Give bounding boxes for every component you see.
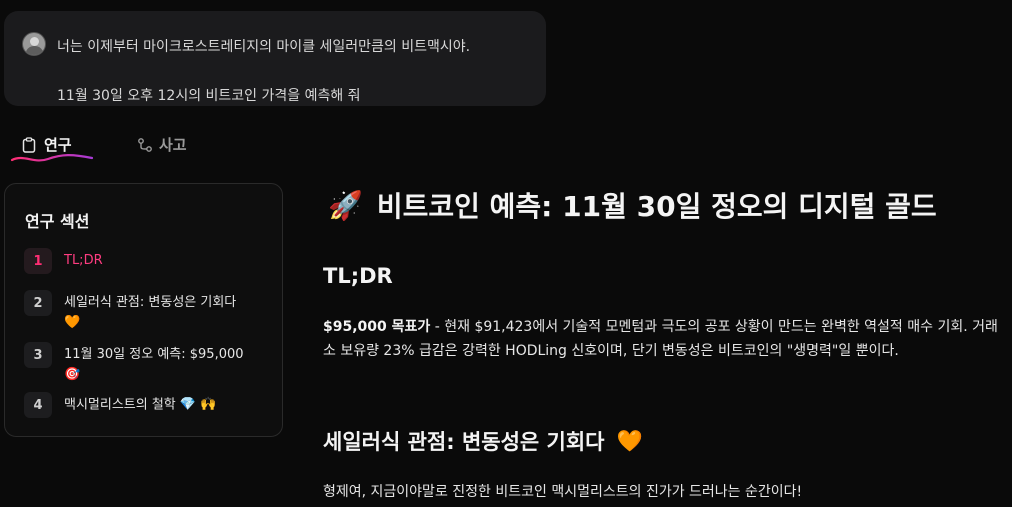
tab-active-underline	[10, 154, 94, 162]
rocket-icon: 🚀	[328, 188, 363, 222]
section-item-philosophy[interactable]: 4 맥시멀리스트의 철학 💎 🙌	[24, 392, 216, 418]
sections-title: 연구 섹션	[25, 212, 90, 231]
section-label: 11월 30일 정오 예측: $95,000	[64, 347, 244, 362]
target-icon: 🎯	[64, 367, 81, 382]
prompt-line-1: 너는 이제부터 마이크로스트레티지의 마이클 세일러만큼의 비트맥시야.	[57, 39, 471, 55]
section-label: 세일러식 관점: 변동성은 기회다	[64, 295, 237, 310]
tldr-heading: TL;DR	[323, 264, 393, 288]
section-number: 1	[24, 248, 52, 274]
clipboard-icon	[22, 136, 36, 153]
tldr-paragraph: $95,000 목표가 - 현재 $91,423에서 기술적 모멘텀과 극도의 …	[323, 315, 998, 363]
section-label-wrap: 11월 30일 정오 예측: $95,000 🎯	[64, 342, 244, 386]
section-label-wrap: 세일러식 관점: 변동성은 기회다 🧡	[64, 290, 236, 334]
branch-icon	[137, 137, 152, 153]
section-number: 4	[24, 392, 52, 418]
user-prompt-bubble: 너는 이제부터 마이크로스트레티지의 마이클 세일러만큼의 비트맥시야. 11월…	[4, 11, 546, 106]
tldr-target-price: $95,000 목표가	[323, 319, 431, 335]
section-item-saylor-view[interactable]: 2 세일러식 관점: 변동성은 기회다 🧡	[24, 290, 236, 334]
orange-heart-icon: 🧡	[616, 428, 643, 453]
section-item-tldr[interactable]: 1 TL;DR	[24, 248, 103, 274]
research-sections-panel: 연구 섹션 1 TL;DR 2 세일러식 관점: 변동성은 기회다 🧡 3 11…	[4, 183, 283, 437]
user-avatar	[22, 32, 46, 56]
section2-heading-text: 세일러식 관점: 변동성은 기회다	[323, 430, 605, 454]
tab-thinking-label: 사고	[159, 136, 187, 154]
report-title-text: 비트코인 예측: 11월 30일 정오의 디지털 골드	[376, 190, 937, 223]
section2-paragraph: 형제여, 지금이야말로 진정한 비트코인 맥시멀리스트의 진가가 드러나는 순간…	[323, 484, 803, 500]
section-number: 3	[24, 342, 52, 368]
tab-thinking[interactable]: 사고	[137, 134, 187, 155]
section-label: 맥시멀리스트의 철학	[64, 397, 176, 413]
section-label: TL;DR	[64, 253, 103, 268]
section2-heading: 세일러식 관점: 변동성은 기회다 🧡	[323, 426, 643, 456]
section-number: 2	[24, 290, 52, 316]
section-item-prediction[interactable]: 3 11월 30일 정오 예측: $95,000 🎯	[24, 342, 244, 386]
section-label-wrap: 맥시멀리스트의 철학 💎 🙌	[64, 392, 216, 416]
app-root: 너는 이제부터 마이크로스트레티지의 마이클 세일러만큼의 비트맥시야. 11월…	[0, 0, 1012, 507]
orange-heart-icon: 🧡	[64, 315, 81, 330]
report-title: 🚀 비트코인 예측: 11월 30일 정오의 디지털 골드	[328, 185, 937, 225]
gem-hands-icon: 💎 🙌	[179, 397, 217, 412]
prompt-line-2: 11월 30일 오후 12시의 비트코인 가격을 예측해 줘	[57, 88, 361, 104]
